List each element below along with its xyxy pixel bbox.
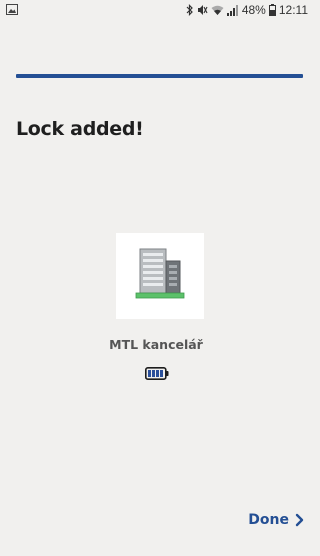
clock: 12:11 [278, 3, 308, 17]
building-icon [135, 248, 185, 299]
status-bar: 48% 12:11 [0, 0, 312, 22]
done-label: Done [248, 512, 289, 528]
mute-icon [197, 4, 208, 16]
page-title: Lock added! [16, 118, 144, 140]
status-icons: 48% 12:11 [186, 3, 308, 17]
signal-icon [226, 4, 239, 16]
chevron-right-icon [295, 513, 304, 527]
lock-name: MTL kancelář [109, 337, 203, 352]
battery-percent: 48% [241, 3, 266, 17]
progress-bar [16, 74, 303, 78]
image-icon [6, 4, 18, 18]
done-button[interactable]: Done [248, 512, 304, 528]
wifi-icon [211, 5, 224, 16]
battery-full-icon [145, 365, 169, 380]
battery-icon [268, 4, 276, 16]
bluetooth-icon [186, 4, 194, 16]
lock-image-card [116, 233, 204, 319]
